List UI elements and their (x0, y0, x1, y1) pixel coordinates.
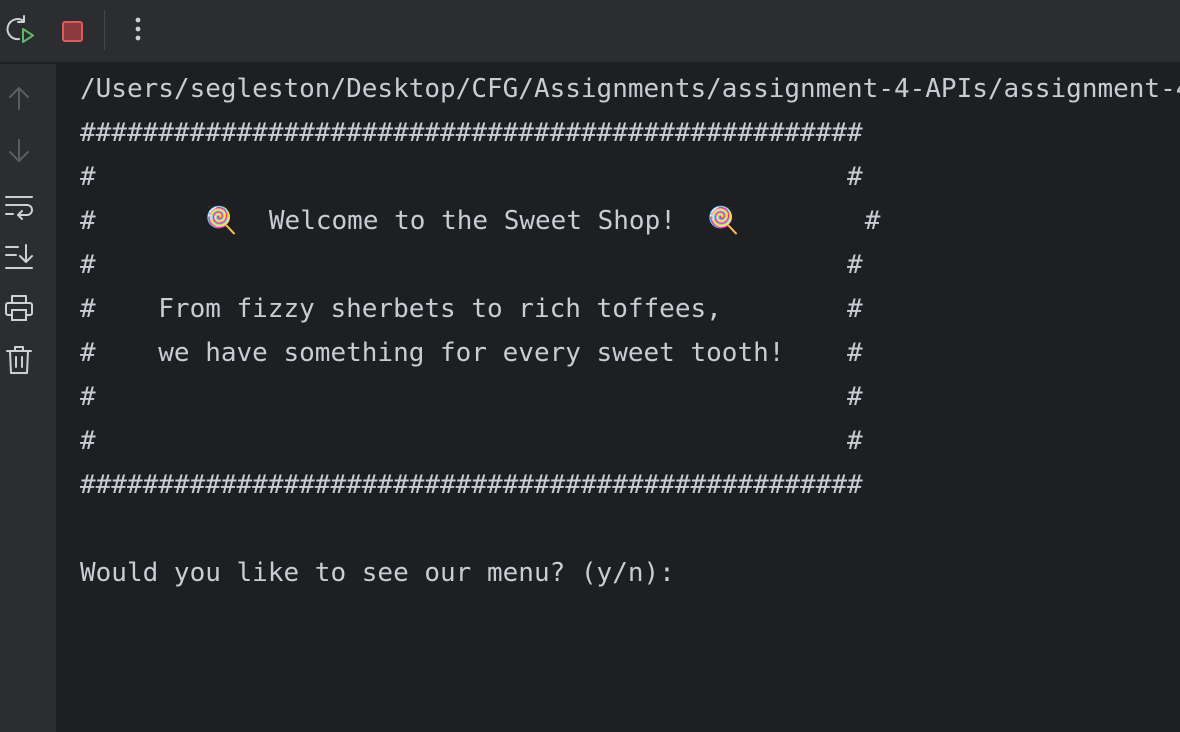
run-toolbar (0, 0, 1180, 63)
console-line: # # (80, 426, 863, 456)
soft-wrap-icon (3, 190, 35, 224)
arrow-up-icon (4, 83, 34, 117)
rerun-button[interactable] (2, 12, 36, 50)
toolbar-separator (104, 10, 105, 50)
trash-icon (4, 344, 34, 380)
console-lines: /Users/segleston/Desktop/CFG/Assignments… (80, 67, 1180, 595)
print-button[interactable] (1, 292, 37, 328)
console-input-prompt[interactable]: Would you like to see our menu? (y/n): (80, 551, 1180, 595)
more-options-button[interactable] (121, 12, 155, 50)
run-tool-window: /Users/segleston/Desktop/CFG/Assignments… (0, 0, 1180, 732)
stop-button[interactable] (55, 12, 89, 50)
soft-wrap-button[interactable] (1, 189, 37, 225)
console-line-command-path: /Users/segleston/Desktop/CFG/Assignments… (80, 74, 1180, 104)
console-output[interactable]: /Users/segleston/Desktop/CFG/Assignments… (56, 64, 1180, 732)
stop-icon (61, 20, 83, 42)
console-side-toolbar (0, 64, 56, 732)
rerun-icon (2, 12, 36, 50)
console-line: # # (80, 162, 863, 192)
print-icon (3, 293, 35, 327)
console-line-tagline-1: # From fizzy sherbets to rich toffees, # (80, 294, 863, 324)
console-line-banner-bottom: ########################################… (80, 470, 863, 500)
next-occurrence-button[interactable] (1, 135, 37, 171)
scroll-to-end-icon (3, 241, 35, 275)
console-line: # # (80, 250, 863, 280)
more-vertical-icon (121, 12, 155, 50)
console-line-tagline-2: # we have something for every sweet toot… (80, 338, 863, 368)
console-line: # # (80, 382, 863, 412)
console-line-banner-top: ########################################… (80, 118, 863, 148)
scroll-to-end-button[interactable] (1, 240, 37, 276)
previous-occurrence-button[interactable] (1, 82, 37, 118)
arrow-down-icon (4, 136, 34, 170)
clear-all-button[interactable] (1, 344, 37, 380)
console-line-welcome: # 🍭 Welcome to the Sweet Shop! 🍭 # (80, 206, 881, 236)
